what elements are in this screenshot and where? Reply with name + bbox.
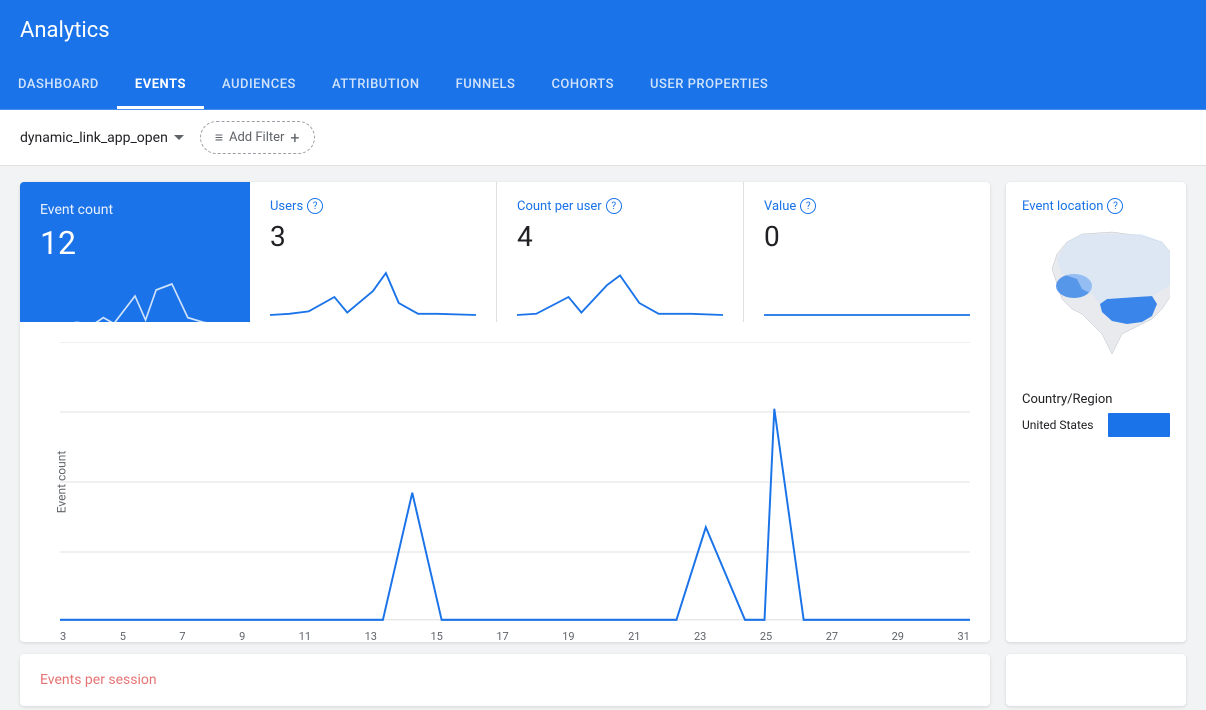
value-stat: Value ? 0 bbox=[744, 182, 990, 322]
bottom-right-card bbox=[1006, 654, 1186, 706]
event-dropdown[interactable]: dynamic_link_app_open bbox=[20, 126, 184, 150]
event-count-label: Event count bbox=[40, 202, 230, 218]
x-tick-25: 25 bbox=[760, 630, 772, 642]
country-bar bbox=[1108, 413, 1170, 437]
map-container bbox=[1022, 224, 1170, 384]
value-sparkline-svg bbox=[764, 261, 970, 321]
users-value: 3 bbox=[270, 220, 476, 253]
event-count-value: 12 bbox=[40, 224, 230, 262]
users-sparkline-svg bbox=[270, 261, 476, 321]
stats-row: Event count 12 Users ? 3 bbox=[20, 182, 990, 322]
nav-events[interactable]: EVENTS bbox=[117, 59, 204, 109]
x-tick-11: 11 bbox=[299, 630, 311, 642]
event-location-title: Event location bbox=[1022, 199, 1103, 214]
count-per-user-mini-chart bbox=[517, 261, 723, 325]
x-tick-13: 13 bbox=[365, 630, 377, 642]
nav-audiences[interactable]: AUDIENCES bbox=[204, 59, 314, 109]
users-label: Users bbox=[270, 199, 303, 214]
nav-user-properties[interactable]: USER PROPERTIES bbox=[632, 59, 786, 109]
stats-card: Event count 12 Users ? 3 bbox=[20, 182, 990, 642]
count-per-user-info-icon: ? bbox=[606, 198, 622, 214]
x-tick-15: 15 bbox=[431, 630, 443, 642]
value-info-icon: ? bbox=[800, 198, 816, 214]
bottom-right bbox=[1006, 654, 1186, 706]
filter-icon: ≡ bbox=[215, 129, 223, 146]
x-tick-31: 31 bbox=[958, 630, 970, 642]
add-filter-label: Add Filter bbox=[229, 130, 284, 145]
x-tick-7: 7 bbox=[179, 630, 185, 642]
x-tick-29: 29 bbox=[892, 630, 904, 642]
event-dropdown-label: dynamic_link_app_open bbox=[20, 130, 168, 146]
add-filter-button[interactable]: ≡ Add Filter + bbox=[200, 121, 315, 154]
top-bar: Analytics bbox=[0, 0, 1206, 60]
map-svg bbox=[1022, 224, 1170, 384]
x-tick-21: 21 bbox=[628, 630, 640, 642]
main-chart-svg: 0 2 4 6 8 bbox=[60, 342, 970, 622]
nav-funnels[interactable]: FUNNELS bbox=[438, 59, 534, 109]
left-panel: Event count 12 Users ? 3 bbox=[20, 182, 990, 642]
value-value: 0 bbox=[764, 220, 970, 253]
count-per-user-sparkline-svg bbox=[517, 261, 723, 321]
nav-cohorts[interactable]: COHORTS bbox=[533, 59, 632, 109]
count-per-user-label: Count per user bbox=[517, 199, 602, 214]
app-title: Analytics bbox=[20, 18, 110, 43]
users-info-icon: ? bbox=[307, 198, 323, 214]
x-tick-19: 19 bbox=[562, 630, 574, 642]
nav-attribution[interactable]: ATTRIBUTION bbox=[314, 59, 438, 109]
event-location-info-icon: ? bbox=[1107, 198, 1123, 214]
country-bar-row: United States bbox=[1022, 413, 1170, 437]
right-panel: Event location ? Country/Region Uni bbox=[1006, 182, 1186, 642]
count-per-user-stat: Count per user ? 4 bbox=[497, 182, 744, 322]
users-mini-chart bbox=[270, 261, 476, 325]
event-location-card: Event location ? Country/Region Uni bbox=[1006, 182, 1186, 642]
users-stat: Users ? 3 bbox=[250, 182, 497, 322]
main-chart-area: Event count 0 2 4 6 8 bbox=[20, 322, 990, 642]
nav-dashboard[interactable]: DASHBOARD bbox=[0, 59, 117, 109]
x-axis-ticks: 3 5 7 9 11 13 15 17 19 21 23 25 27 29 bbox=[60, 630, 970, 642]
nav-bar: DASHBOARD EVENTS AUDIENCES ATTRIBUTION F… bbox=[0, 60, 1206, 110]
plus-icon: + bbox=[290, 128, 299, 147]
event-count-stat: Event count 12 bbox=[20, 182, 250, 322]
filter-bar: dynamic_link_app_open ≡ Add Filter + bbox=[0, 110, 1206, 166]
x-tick-3: 3 bbox=[60, 630, 66, 642]
value-mini-chart bbox=[764, 261, 970, 325]
chevron-down-icon bbox=[174, 135, 184, 140]
value-label: Value bbox=[764, 199, 796, 214]
events-per-session-card: Events per session bbox=[20, 654, 990, 706]
count-per-user-value: 4 bbox=[517, 220, 723, 253]
x-tick-23: 23 bbox=[694, 630, 706, 642]
main-content: Event count 12 Users ? 3 bbox=[0, 166, 1206, 658]
y-axis-label: Event count bbox=[54, 451, 68, 514]
bottom-left: Events per session bbox=[20, 654, 990, 706]
x-tick-27: 27 bbox=[826, 630, 838, 642]
country-name: United States bbox=[1022, 418, 1102, 432]
chart-container: Event count 0 2 4 6 8 bbox=[60, 342, 970, 622]
x-tick-17: 17 bbox=[496, 630, 508, 642]
x-tick-5: 5 bbox=[120, 630, 126, 642]
x-tick-9: 9 bbox=[239, 630, 245, 642]
events-per-session-label: Events per session bbox=[40, 672, 157, 688]
bottom-row: Events per session bbox=[0, 654, 1206, 706]
country-region-label: Country/Region bbox=[1022, 392, 1170, 407]
